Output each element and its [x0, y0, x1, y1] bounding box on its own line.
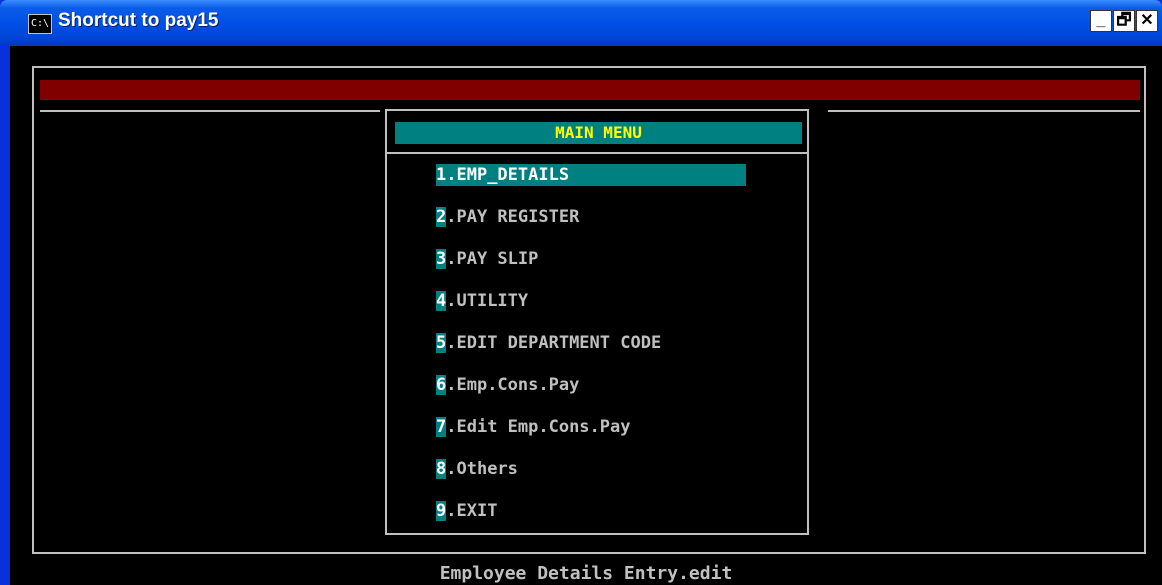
window-title: Shortcut to pay15 [58, 10, 219, 31]
console-app-icon[interactable]: C:\ [28, 14, 52, 34]
menu-item-emp-details[interactable]: 1.EMP_DETAILS [436, 164, 746, 186]
menu-item-label: .EDIT DEPARTMENT CODE [446, 333, 662, 353]
menu-item-number: 1 [436, 165, 447, 185]
close-button[interactable]: ✕ [1136, 10, 1158, 32]
menu-item-edit-department-code[interactable]: 5.EDIT DEPARTMENT CODE [436, 332, 661, 354]
menu-item-exit[interactable]: 9.EXIT [436, 500, 497, 522]
divider-right [828, 110, 1140, 112]
menu-item-label: .PAY SLIP [446, 249, 539, 269]
menu-item-label: .Edit Emp.Cons.Pay [446, 417, 631, 437]
menu-item-label: .PAY REGISTER [446, 207, 580, 227]
menu-item-number: 7 [436, 417, 447, 437]
console-window: C:\ Shortcut to pay15 _ 🗗 ✕ MAIN MENU 1.… [0, 0, 1162, 585]
menu-title: MAIN MENU [395, 122, 802, 144]
menu-item-number: 4 [436, 291, 447, 311]
minimize-button[interactable]: _ [1090, 10, 1112, 32]
menu-item-pay-register[interactable]: 2.PAY REGISTER [436, 206, 579, 228]
divider-left [40, 110, 380, 112]
menu-item-label: .UTILITY [446, 291, 529, 311]
menu-item-edit-emp-cons-pay[interactable]: 7.Edit Emp.Cons.Pay [436, 416, 630, 438]
menu-item-label: .EMP_DETAILS [446, 165, 570, 185]
menu-item-number: 8 [436, 459, 447, 479]
maximize-button[interactable]: 🗗 [1113, 10, 1135, 32]
title-bar[interactable]: C:\ Shortcut to pay15 _ 🗗 ✕ [0, 0, 1162, 46]
status-line: Employee Details Entry.edit [439, 563, 733, 584]
menu-item-label: .Emp.Cons.Pay [446, 375, 580, 395]
menu-separator [387, 152, 807, 154]
menu-item-number: 5 [436, 333, 447, 353]
menu-item-number: 2 [436, 207, 447, 227]
menu-item-label: .Others [446, 459, 518, 479]
menu-item-number: 6 [436, 375, 447, 395]
menu-item-number: 3 [436, 249, 447, 269]
menu-item-number: 9 [436, 501, 447, 521]
menu-item-others[interactable]: 8.Others [436, 458, 518, 480]
header-bar [40, 80, 1140, 100]
console-area[interactable]: MAIN MENU 1.EMP_DETAILS 2.PAY REGISTER 3… [10, 46, 1162, 585]
menu-item-emp-cons-pay[interactable]: 6.Emp.Cons.Pay [436, 374, 579, 396]
menu-item-pay-slip[interactable]: 3.PAY SLIP [436, 248, 538, 270]
menu-item-label: .EXIT [446, 501, 498, 521]
menu-item-utility[interactable]: 4.UTILITY [436, 290, 528, 312]
